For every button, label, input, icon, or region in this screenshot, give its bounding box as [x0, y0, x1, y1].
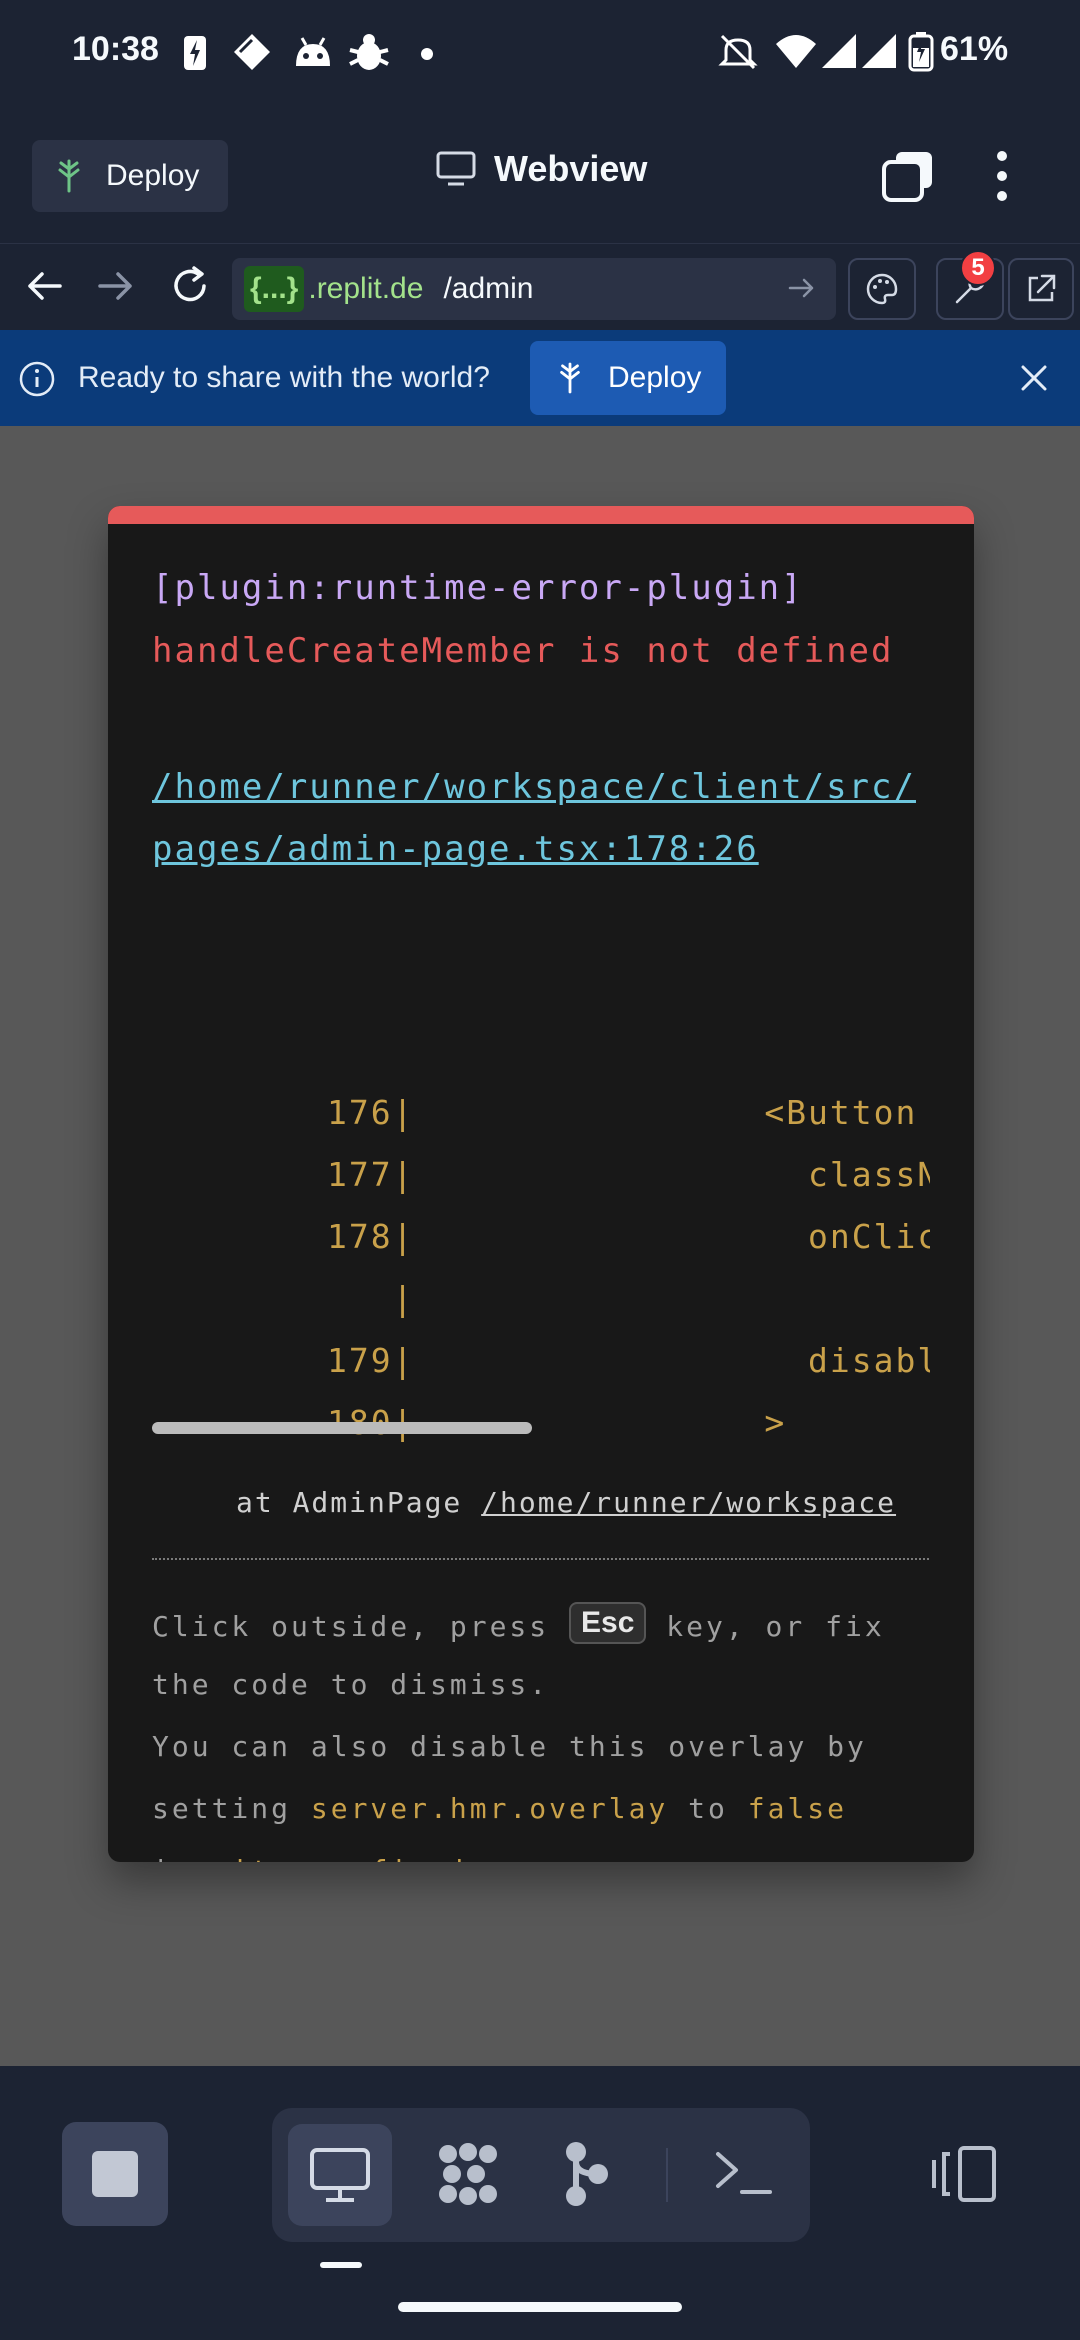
divider — [152, 1558, 930, 1560]
palette-icon — [866, 273, 898, 305]
app-header: Deploy Webview — [0, 130, 1080, 240]
muted-icon — [718, 34, 758, 70]
tabs-icon[interactable] — [880, 148, 936, 204]
webview-content[interactable]: [plugin:runtime-error-plugin] handleCrea… — [0, 426, 1080, 2066]
status-time: 10:38 — [72, 30, 159, 68]
charging-icon — [184, 36, 206, 70]
branch-icon[interactable] — [550, 2138, 622, 2210]
separator — [666, 2148, 668, 2202]
info-icon — [19, 361, 55, 397]
url-brace-badge: {...} — [244, 266, 305, 312]
status-bar: 10:38 61% — [0, 0, 1080, 110]
deploy-icon — [58, 159, 80, 193]
notification-badge: 5 — [960, 250, 996, 286]
open-external-button[interactable] — [1008, 258, 1074, 320]
deploy-button[interactable]: Deploy — [32, 140, 228, 212]
esc-key: Esc — [569, 1602, 647, 1644]
deploy-label: Deploy — [106, 159, 200, 192]
theme-button[interactable] — [848, 258, 916, 320]
pane-switcher — [272, 2108, 810, 2242]
wifi-icon — [776, 35, 816, 68]
bug-icon — [349, 34, 389, 70]
url-toolbar: {...} .replit.de /admin — [0, 243, 1080, 329]
stack-trace: at AdminPage /home/runner/workspace — [236, 1486, 897, 1519]
battery-percent: 61% — [940, 30, 1009, 68]
code-scrollbar[interactable] — [152, 1422, 532, 1434]
page-title: Webview — [494, 148, 648, 189]
diamond-icon — [234, 34, 270, 70]
webview-title: Webview — [436, 148, 647, 190]
monitor-icon — [310, 2148, 370, 2202]
url-path: /admin — [443, 272, 534, 305]
more-options-icon[interactable] — [990, 150, 1014, 202]
banner-deploy-button[interactable]: Deploy — [530, 341, 726, 415]
split-view-icon[interactable] — [930, 2144, 998, 2204]
tip-line: the code to dismiss. — [152, 1668, 550, 1701]
error-message: handleCreateMember is not defined — [152, 631, 894, 671]
arrow-right-icon[interactable] — [786, 272, 818, 304]
android-head-icon — [296, 37, 330, 66]
tip-line: in vite.config.js. — [152, 1854, 509, 1862]
close-icon[interactable] — [1018, 362, 1050, 394]
url-input[interactable]: {...} .replit.de /admin — [232, 258, 836, 320]
code-text: onClick={ — [808, 1217, 930, 1256]
tab-webview[interactable] — [288, 2124, 392, 2226]
home-indicator[interactable] — [398, 2302, 682, 2312]
deploy-icon — [560, 362, 580, 394]
signal-icon — [822, 34, 896, 68]
stop-icon — [92, 2151, 138, 2197]
forward-icon[interactable] — [92, 262, 140, 310]
monitor-icon — [436, 151, 476, 186]
tip-line: setting server.hmr.overlay to false — [152, 1792, 848, 1825]
external-link-icon — [1028, 274, 1056, 302]
error-overlay: [plugin:runtime-error-plugin] handleCrea… — [108, 506, 974, 1862]
active-tab-indicator — [320, 2262, 362, 2268]
banner-message: Ready to share with the world? — [78, 361, 490, 394]
deploy-banner: Ready to share with the world? Deploy — [0, 330, 1080, 426]
back-icon[interactable] — [20, 262, 68, 310]
plugin-name: [plugin:runtime-error-plugin] — [152, 568, 804, 608]
bottom-toolbar — [0, 2066, 1080, 2340]
battery-icon — [908, 32, 934, 72]
grid-dots-icon[interactable] — [432, 2138, 504, 2210]
stop-button[interactable] — [62, 2122, 168, 2226]
banner-deploy-label: Deploy — [608, 361, 702, 394]
terminal-icon[interactable] — [710, 2140, 782, 2212]
tip-line: You can also disable this overlay by — [152, 1730, 867, 1763]
url-domain: .replit.de — [308, 272, 424, 305]
error-file-link[interactable]: /home/runner/workspace/client/src/pages/… — [152, 756, 930, 880]
tip-line: Click outside, press Esc key, or fix — [152, 1602, 885, 1648]
stack-file-link[interactable]: /home/runner/workspace — [481, 1486, 896, 1519]
reload-icon[interactable] — [166, 262, 214, 310]
dot-icon — [421, 48, 433, 60]
